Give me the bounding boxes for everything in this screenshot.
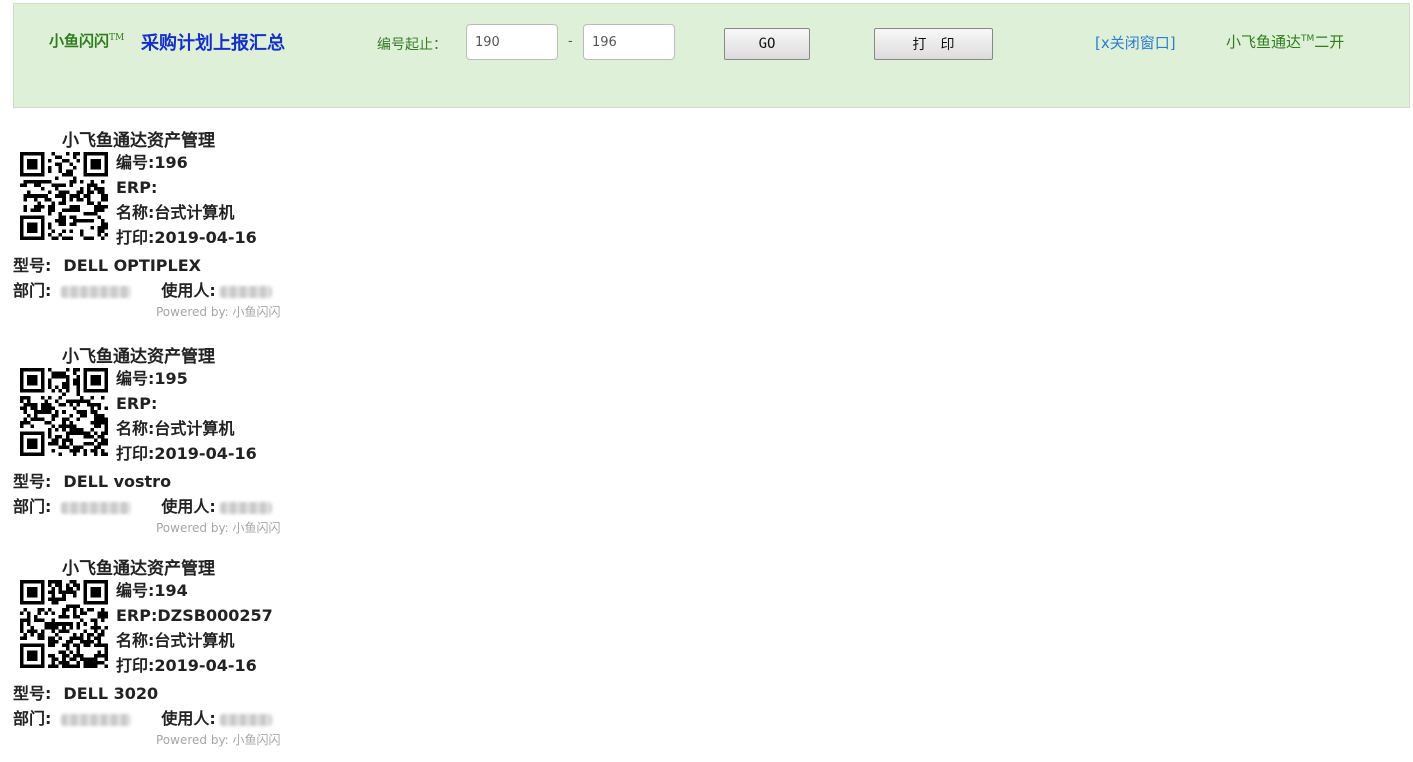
dept-row: 部门: 使用人: <box>13 277 272 301</box>
user-redacted <box>219 501 272 514</box>
user-label: 使用人: <box>161 497 216 516</box>
model-label: 型号: <box>13 472 52 491</box>
label-info: 编号:196 ERP: 名称:台式计算机 打印:2019-04-16 <box>116 150 257 250</box>
brand-name: 小鱼闪闪 <box>49 32 110 50</box>
brand-logo: 小鱼闪闪TM <box>49 30 124 51</box>
label-title: 小飞鱼通达资产管理 <box>62 347 215 367</box>
close-window-link[interactable]: [x关闭窗口] <box>1095 32 1176 53</box>
asset-name: 名称:台式计算机 <box>116 419 235 438</box>
model-row: 型号: DELL vostro <box>13 468 171 492</box>
user-redacted <box>219 713 272 726</box>
qr-code-icon <box>20 580 108 668</box>
label-title: 小飞鱼通达资产管理 <box>62 131 215 151</box>
model-value: DELL OPTIPLEX <box>63 256 201 275</box>
app2-suffix: 二开 <box>1314 33 1345 51</box>
print-date: 打印:2019-04-16 <box>116 228 257 247</box>
model-label: 型号: <box>13 256 52 275</box>
dept-row: 部门: 使用人: <box>13 705 272 729</box>
label-info: 编号:194 ERP:DZSB000257 名称:台式计算机 打印:2019-0… <box>116 578 273 678</box>
asset-code: 编号:195 <box>116 369 188 388</box>
range-separator: - <box>568 34 573 49</box>
dept-label: 部门: <box>13 709 52 728</box>
go-button[interactable]: GO <box>724 28 810 60</box>
asset-erp: ERP: <box>116 178 158 197</box>
powered-by: Powered by: 小鱼闪闪 <box>156 733 281 747</box>
print-button[interactable]: 打 印 <box>874 28 993 60</box>
range-label: 编号起止： <box>377 37 447 53</box>
user-label: 使用人: <box>161 709 216 728</box>
dept-redacted <box>61 501 132 514</box>
page-title: 采购计划上报汇总 <box>141 33 285 54</box>
powered-by: Powered by: 小鱼闪闪 <box>156 521 281 535</box>
asset-erp: ERP:DZSB000257 <box>116 606 273 625</box>
model-value: DELL vostro <box>63 472 172 491</box>
model-value: DELL 3020 <box>63 684 159 703</box>
qr-code-icon <box>20 152 108 240</box>
app2-name: 小飞鱼通达 <box>1226 33 1302 51</box>
brand-tm: TM <box>109 33 125 43</box>
app2-tm: TM <box>1301 34 1315 44</box>
asset-code: 编号:194 <box>116 581 188 600</box>
model-row: 型号: DELL 3020 <box>13 680 158 704</box>
asset-erp: ERP: <box>116 394 158 413</box>
label-title: 小飞鱼通达资产管理 <box>62 559 215 579</box>
dept-label: 部门: <box>13 281 52 300</box>
print-date: 打印:2019-04-16 <box>116 444 257 463</box>
range-start-input[interactable] <box>466 24 558 60</box>
user-label: 使用人: <box>161 281 216 300</box>
print-date: 打印:2019-04-16 <box>116 656 257 675</box>
asset-name: 名称:台式计算机 <box>116 203 235 222</box>
asset-code: 编号:196 <box>116 153 188 172</box>
dept-redacted <box>61 285 132 298</box>
dept-label: 部门: <box>13 497 52 516</box>
model-row: 型号: DELL OPTIPLEX <box>13 252 201 276</box>
powered-by: Powered by: 小鱼闪闪 <box>156 305 281 319</box>
user-redacted <box>219 285 272 298</box>
asset-name: 名称:台式计算机 <box>116 631 235 650</box>
range-end-input[interactable] <box>583 24 675 60</box>
label-info: 编号:195 ERP: 名称:台式计算机 打印:2019-04-16 <box>116 366 257 466</box>
dept-redacted <box>61 713 132 726</box>
app2-label: 小飞鱼通达TM二开 <box>1226 31 1344 52</box>
qr-code-icon <box>20 368 108 456</box>
dept-row: 部门: 使用人: <box>13 493 272 517</box>
model-label: 型号: <box>13 684 52 703</box>
toolbar: 小鱼闪闪TM 采购计划上报汇总 编号起止： - GO 打 印 [x关闭窗口] 小… <box>13 3 1410 108</box>
